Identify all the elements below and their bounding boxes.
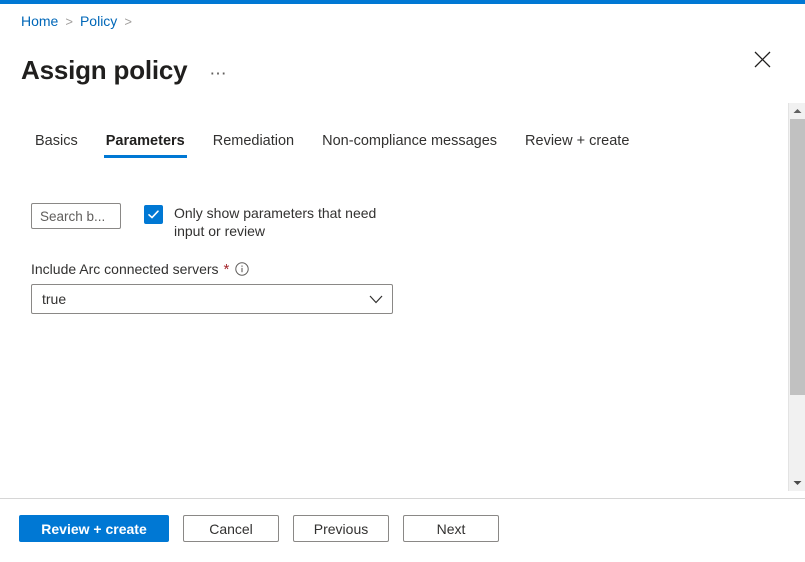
close-icon [754,51,770,67]
tab-label: Basics [35,133,78,149]
parameter-label: Include Arc connected servers [31,261,219,277]
wizard-content: Basics Parameters Remediation Non-compli… [0,103,782,491]
breadcrumb-item-policy[interactable]: Policy [80,13,117,29]
caret-down-icon [793,481,801,485]
scrollbar-thumb[interactable] [790,119,805,395]
footer-actions: Review + create Cancel Previous Next [19,515,499,542]
wizard-tabs: Basics Parameters Remediation Non-compli… [21,133,643,158]
tab-basics[interactable]: Basics [21,133,92,158]
footer-divider [0,498,805,499]
breadcrumb-separator: > [124,13,132,29]
parameter-label-row: Include Arc connected servers * [31,261,393,277]
breadcrumb-item-home[interactable]: Home [21,13,58,29]
required-asterisk: * [223,260,230,278]
filter-row: Only show parameters that need input or … [31,203,394,240]
more-options-icon[interactable]: ⋯ [205,63,231,84]
title-row: Assign policy ⋯ [21,40,231,101]
scrollbar-down-arrow[interactable] [789,475,805,491]
cancel-button[interactable]: Cancel [183,515,279,542]
breadcrumb: Home > Policy > [21,13,132,29]
tab-label: Review + create [525,133,630,149]
parameter-field-include-arc-connected-servers: Include Arc connected servers * true [31,261,393,314]
page-title: Assign policy [21,55,188,86]
caret-up-icon [793,109,801,113]
tab-remediation[interactable]: Remediation [199,133,308,158]
previous-button[interactable]: Previous [293,515,389,542]
tab-review-create[interactable]: Review + create [511,133,643,158]
select-value: true [42,291,67,307]
top-accent-bar [0,0,805,4]
breadcrumb-separator: > [65,13,73,29]
tab-label: Non-compliance messages [322,133,498,149]
only-needed-checkbox-row[interactable]: Only show parameters that need input or … [144,204,394,240]
tab-non-compliance-messages[interactable]: Non-compliance messages [308,133,511,158]
info-circle-icon [235,262,250,276]
chevron-down-icon [369,295,383,303]
info-icon[interactable] [235,262,250,276]
close-button[interactable] [749,46,775,72]
checkmark-icon [148,210,159,219]
only-needed-checkbox[interactable] [144,205,163,224]
tab-label: Remediation [212,133,295,149]
next-button[interactable]: Next [403,515,499,542]
scrollbar-up-arrow[interactable] [789,103,805,119]
review-create-button[interactable]: Review + create [19,515,169,542]
tab-label: Parameters [105,133,185,149]
search-input[interactable] [31,203,121,229]
include-arc-connected-servers-select[interactable]: true [31,284,393,314]
content-scrollbar[interactable] [788,103,805,491]
tab-parameters[interactable]: Parameters [92,133,199,158]
only-needed-label: Only show parameters that need input or … [174,205,377,239]
